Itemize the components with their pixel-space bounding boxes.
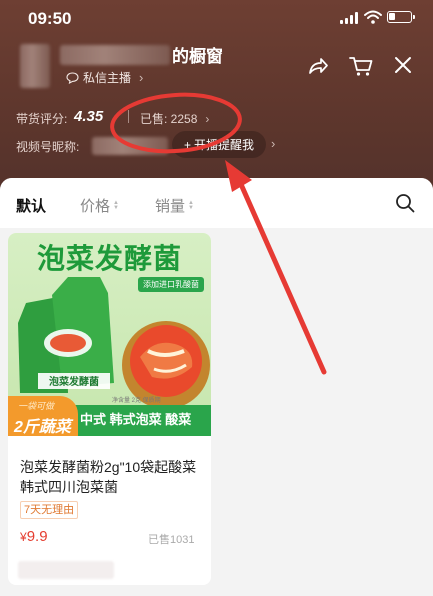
svg-text:泡菜发酵菌: 泡菜发酵菌	[49, 375, 99, 388]
tab-price[interactable]: 价格 ▲ ▼	[80, 195, 119, 216]
chat-label: 私信主播	[83, 71, 132, 85]
product-price: ¥9.9	[20, 528, 48, 545]
shop-sold-label: 已售: 2258	[140, 112, 198, 126]
tab-price-label: 价格	[80, 198, 111, 215]
tab-default-label: 默认	[16, 198, 47, 215]
chat-icon	[66, 71, 79, 84]
status-time: 09:50	[28, 9, 72, 28]
shop-sold-count[interactable]: 已售: 2258 ›	[140, 110, 209, 127]
tab-sales-label: 销量	[155, 198, 186, 215]
product-name[interactable]: 泡菜发酵菌粉2g"10袋起酸菜韩式四川泡菜菌	[20, 457, 200, 497]
cart-icon[interactable]	[348, 54, 374, 78]
shop-header: 09:50 的橱窗 私信主播 › 带货评分: 4.35 已售: 2258 › 视…	[0, 0, 433, 190]
redacted-block	[18, 561, 114, 579]
tab-sales[interactable]: 销量 ▲ ▼	[155, 195, 194, 216]
score-label: 带货评分:	[16, 112, 68, 126]
product-image[interactable]: 泡菜发酵菌 添加进口乳酸菌 泡菜发酵菌 净含量 2克 保质期 中式 韩式泡菜 酸…	[8, 233, 211, 436]
shop-name-redacted	[60, 45, 170, 65]
price-symbol: ¥	[20, 530, 27, 544]
tab-default[interactable]: 默认	[16, 195, 46, 216]
divider	[128, 110, 129, 123]
signal-icon	[340, 12, 360, 24]
live-reminder-label: 开播提醒我	[194, 138, 255, 152]
search-icon[interactable]	[395, 193, 415, 213]
chevron-right-icon: ›	[205, 111, 210, 126]
product-panel: 默认 价格 ▲ ▼ 销量 ▲ ▼ 泡菜发酵菌 添加进口乳酸菌 泡菜发酵菌 净含量…	[0, 178, 433, 596]
share-icon[interactable]	[306, 54, 330, 78]
video-id-redacted	[92, 137, 168, 155]
close-icon[interactable]	[392, 54, 414, 76]
sort-bar: 默认 价格 ▲ ▼ 销量 ▲ ▼	[0, 178, 433, 228]
chevron-right-icon: ›	[139, 70, 144, 85]
product-spec-text: 净含量 2克 保质期	[112, 398, 161, 404]
product-sold-count: 已售1031	[148, 534, 195, 546]
price-value: 9.9	[26, 528, 48, 545]
product-image-bottom-text: 中式 韩式泡菜 酸菜	[80, 412, 192, 427]
product-card[interactable]: 泡菜发酵菌 添加进口乳酸菌 泡菜发酵菌 净含量 2克 保质期 中式 韩式泡菜 酸…	[8, 233, 211, 585]
live-reminder-button[interactable]: + 开播提醒我	[172, 131, 266, 158]
video-id-label: 视频号昵称:	[16, 140, 80, 154]
product-image-tag-main: 2斤蔬菜	[14, 419, 71, 436]
chevron-right-icon: ›	[271, 136, 276, 151]
battery-icon	[387, 11, 415, 23]
avatar[interactable]	[20, 44, 50, 88]
sort-arrows-icon: ▲ ▼	[113, 199, 119, 211]
chat-host-link[interactable]: 私信主播 ›	[66, 69, 143, 86]
shop-title: 的橱窗	[172, 47, 223, 66]
product-image-tag-small: 一袋可做	[18, 401, 55, 411]
score-value: 4.35	[74, 108, 104, 125]
plus-icon: +	[183, 137, 191, 152]
return-policy-badge: 7天无理由	[20, 501, 79, 519]
status-bar: 09:50	[0, 0, 433, 36]
sort-arrows-icon: ▲ ▼	[188, 199, 194, 211]
wifi-icon	[364, 10, 382, 24]
